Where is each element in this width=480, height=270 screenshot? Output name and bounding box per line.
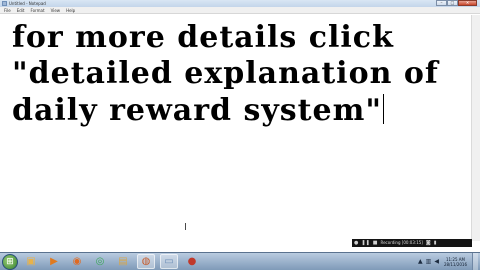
taskbar: ⊞ ▣ ▶ ◉ ◎ ▤ ◍ ▭ ● ▲ ▥ ◀ 11:25 AM 28/11/2… xyxy=(0,252,480,270)
firefox-icon[interactable]: ◉ xyxy=(68,254,86,269)
system-tray: ▲ ▥ ◀ 11:25 AM 28/11/2016 xyxy=(418,253,480,270)
window-controls: – □ ✕ xyxy=(436,0,477,6)
menu-help[interactable]: Help xyxy=(66,7,75,13)
clock[interactable]: 11:25 AM 28/11/2016 xyxy=(444,257,467,267)
camera-icon[interactable]: ◙ xyxy=(426,239,431,247)
editor-line-2: "detailed explanation of xyxy=(12,56,439,91)
pause-icon[interactable]: ❚❚ xyxy=(361,239,369,247)
taskbar-icons: ▣ ▶ ◉ ◎ ▤ ◍ ▭ ● xyxy=(22,254,201,269)
menu-bar: File Edit Format View Help xyxy=(0,7,480,14)
text-caret xyxy=(383,94,384,124)
menu-edit[interactable]: Edit xyxy=(17,7,25,13)
menu-view[interactable]: View xyxy=(51,7,61,13)
record-icon[interactable]: ● xyxy=(354,239,358,247)
menu-file[interactable]: File xyxy=(4,7,11,13)
network-icon[interactable]: ▥ xyxy=(426,258,432,265)
close-button[interactable]: ✕ xyxy=(458,0,477,6)
folder-icon[interactable]: ▤ xyxy=(114,254,132,269)
minimize-button[interactable]: – xyxy=(436,0,447,6)
text-editor[interactable]: for more details click "detailed explana… xyxy=(0,15,471,240)
notepad-icon[interactable]: ▭ xyxy=(160,254,178,269)
show-desktop-button[interactable] xyxy=(472,253,478,270)
vertical-scrollbar[interactable] xyxy=(471,15,480,241)
recorder-icon[interactable]: ● xyxy=(183,254,201,269)
arrow-up-icon[interactable]: ▲ xyxy=(418,258,423,265)
editor-line-1: for more details click xyxy=(12,20,394,55)
notepad-icon xyxy=(2,1,7,6)
recording-status: Recording [00:03:15] xyxy=(380,240,423,245)
stop-icon[interactable]: ■ xyxy=(373,239,378,247)
clock-date: 28/11/2016 xyxy=(443,261,467,267)
editor-line-3: daily reward system" xyxy=(12,93,384,128)
recording-toolbar: ● ❚❚ ■ Recording [00:03:15] ◙ ▮ xyxy=(352,239,472,247)
microphone-icon[interactable]: ▮ xyxy=(434,239,437,247)
ibeam-cursor-icon: I xyxy=(184,222,187,233)
chrome-icon[interactable]: ◎ xyxy=(91,254,109,269)
media-player-icon[interactable]: ▶ xyxy=(45,254,63,269)
window-title: Untitled - Notepad xyxy=(9,1,46,6)
title-bar: Untitled - Notepad – □ ✕ xyxy=(0,0,480,7)
maximize-button[interactable]: □ xyxy=(447,0,458,6)
windows-explorer-icon[interactable]: ▣ xyxy=(22,254,40,269)
browser-icon[interactable]: ◍ xyxy=(137,254,155,269)
start-button[interactable]: ⊞ xyxy=(2,254,18,270)
menu-format[interactable]: Format xyxy=(30,7,44,13)
volume-icon[interactable]: ◀ xyxy=(434,258,439,265)
